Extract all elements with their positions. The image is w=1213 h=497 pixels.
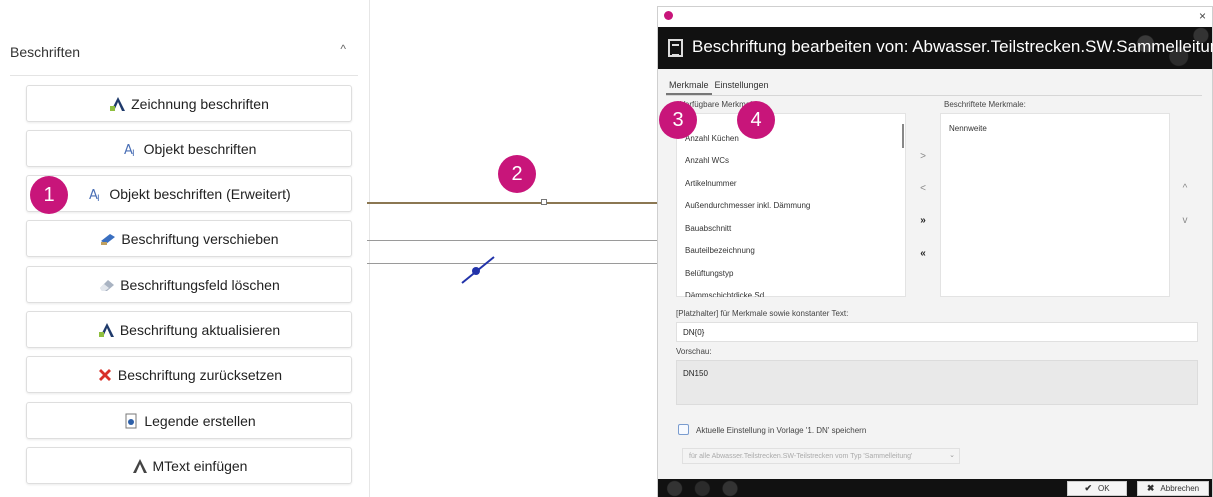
draw-label-button[interactable]: Zeichnung beschriften [26, 85, 352, 122]
list-item[interactable]: Dämmschichtdicke Sd [685, 291, 764, 297]
mtext-icon [131, 457, 149, 475]
list-item[interactable]: Außendurchmesser inkl. Dämmung [685, 201, 810, 210]
dialog-titlebar[interactable]: × [658, 7, 1212, 27]
ok-button[interactable]: ✔ OK [1067, 481, 1127, 496]
dialog-banner: Beschriftung bearbeiten von: Abwasser.Te… [658, 27, 1213, 69]
button-label: Legende erstellen [144, 412, 256, 429]
list-item[interactable]: Anzahl WCs [685, 156, 729, 165]
available-properties-list[interactable]: Anzahl Küchen Anzahl WCs Artikelnummer A… [676, 113, 906, 297]
move-label-icon [99, 230, 117, 248]
red-x-icon [96, 366, 114, 384]
labeled-properties-label: Beschriftete Merkmale: [944, 100, 1026, 109]
tab-merkmale[interactable]: Merkmale [666, 77, 712, 95]
button-label: Beschriftungsfeld löschen [120, 276, 280, 293]
list-scrollbar[interactable] [902, 124, 904, 148]
object-label-icon: AI [122, 140, 140, 158]
move-up-button[interactable]: ^ [1174, 179, 1196, 197]
scope-dropdown[interactable]: für alle Abwasser.Teilstrecken.SW-Teilst… [682, 448, 960, 464]
step-badge-1: 1 [30, 176, 68, 214]
placeholder-text-input[interactable]: DN{0} [676, 322, 1198, 342]
label-object-button[interactable]: AI Objekt beschriften [26, 130, 352, 167]
tab-einstellungen[interactable]: Einstellungen [712, 77, 772, 95]
panel-title: Beschriften [10, 44, 81, 60]
button-label: Beschriftung verschieben [121, 230, 279, 247]
check-icon: ✔ [1084, 483, 1092, 493]
add-property-button[interactable]: > [912, 147, 934, 165]
button-label: Objekt beschriften (Erweitert) [109, 185, 291, 202]
button-label: Zeichnung beschriften [131, 95, 269, 112]
cancel-button[interactable]: ✖ Abbrechen [1137, 481, 1209, 496]
update-label-button[interactable]: Beschriftung aktualisieren [26, 311, 352, 348]
edit-label-dialog: × Beschriftung bearbeiten von: Abwasser.… [657, 6, 1213, 497]
create-legend-button[interactable]: Legende erstellen [26, 402, 352, 439]
list-item[interactable]: Anzahl Küchen [685, 134, 739, 143]
save-to-template-checkbox[interactable] [678, 424, 689, 435]
add-all-properties-button[interactable]: » [912, 211, 934, 229]
tab-divider [666, 95, 1202, 96]
labeled-properties-list[interactable]: Nennweite [940, 113, 1170, 297]
delete-label-field-button[interactable]: Beschriftungsfeld löschen [26, 266, 352, 303]
object-label-extended-icon: AI [87, 185, 105, 203]
preview-label: Vorschau: [676, 347, 712, 356]
remove-property-button[interactable]: < [912, 179, 934, 197]
button-label: Objekt beschriften [143, 140, 257, 157]
chevron-down-icon: ⌄ [949, 452, 955, 459]
legend-document-icon [122, 412, 140, 430]
ok-label: OK [1097, 484, 1110, 493]
remove-all-properties-button[interactable]: « [912, 244, 934, 262]
step-badge-2: 2 [498, 155, 536, 193]
app-icon [664, 11, 673, 20]
move-label-button[interactable]: Beschriftung verschieben [26, 220, 352, 257]
dialog-tabs: Merkmale Einstellungen [666, 77, 772, 95]
list-item[interactable]: Bauteilbezeichnung [685, 246, 755, 255]
preview-box: DN150 [676, 360, 1198, 405]
cancel-label: Abbrechen [1160, 484, 1200, 493]
move-down-button[interactable]: v [1174, 211, 1196, 229]
save-to-template-label: Aktuelle Einstellung in Vorlage '1. DN' … [696, 426, 867, 435]
button-label: Beschriftung aktualisieren [119, 321, 281, 338]
button-label: Beschriftung zurücksetzen [117, 366, 283, 383]
insert-mtext-button[interactable]: MText einfügen [26, 447, 352, 484]
label-leader-cursor-icon [461, 256, 495, 284]
drawing-label-icon [109, 95, 127, 113]
panel-header[interactable]: Beschriften ^ [10, 30, 358, 76]
list-item[interactable]: Bauabschnitt [685, 224, 731, 233]
collapse-chevron-icon[interactable]: ^ [340, 42, 346, 56]
sewer-pipe-line[interactable] [367, 202, 657, 204]
dialog-title: Beschriftung bearbeiten von: Abwasser.Te… [692, 37, 1213, 56]
svg-text:I: I [132, 149, 135, 157]
button-label: MText einfügen [152, 457, 248, 474]
list-item[interactable]: Nennweite [949, 124, 987, 133]
placeholder-label: [Platzhalter] für Merkmale sowie konstan… [676, 309, 849, 318]
labeling-panel: Beschriften ^ Zeichnung beschriften AI O… [0, 0, 370, 497]
guide-line-upper [367, 240, 657, 241]
close-x-icon: ✖ [1146, 483, 1155, 493]
svg-text:I: I [97, 194, 100, 202]
scope-dropdown-value: für alle Abwasser.Teilstrecken.SW-Teilst… [689, 453, 913, 460]
guide-line-lower [367, 263, 657, 264]
update-label-icon [98, 321, 116, 339]
eraser-icon [98, 276, 116, 294]
label-object-extended-button[interactable]: AI Objekt beschriften (Erweitert) [26, 175, 352, 212]
close-icon[interactable]: × [1199, 9, 1206, 23]
list-item[interactable]: Artikelnummer [685, 179, 737, 188]
list-item[interactable]: Belüftungstyp [685, 269, 733, 278]
dialog-footer: ✔ OK ✖ Abbrechen [658, 479, 1212, 497]
reset-label-button[interactable]: Beschriftung zurücksetzen [26, 356, 352, 393]
step-badge-3: 3 [659, 101, 697, 139]
step-badge-4: 4 [737, 101, 775, 139]
pipe-grip-handle[interactable] [541, 199, 547, 205]
document-icon [668, 39, 683, 57]
